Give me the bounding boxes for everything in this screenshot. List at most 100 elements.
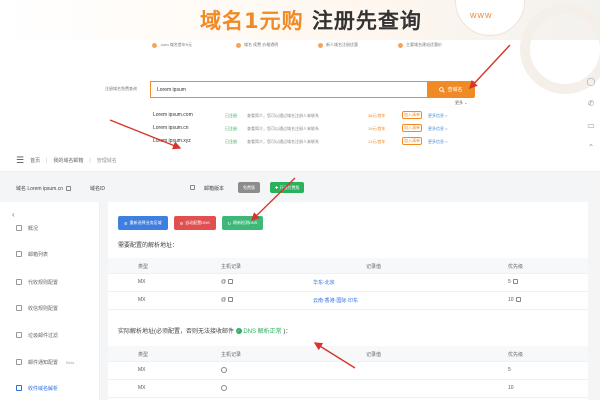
sidebar-item-label: 邮件通知配置 [28, 359, 59, 366]
document-icon[interactable]: ▭ [582, 114, 600, 136]
phone-icon[interactable]: ✆ [582, 92, 600, 114]
feature-item: 新人域名注册优惠 [318, 42, 358, 48]
record-priority: 5 [508, 367, 511, 373]
sidebar-item-dns[interactable]: 收件域名解析 [0, 380, 100, 396]
feature-item: .com 域名首年9元 [152, 42, 192, 48]
sidebar-item-label: 垃圾邮件过滤 [28, 332, 59, 339]
record-type: MX [138, 297, 146, 303]
domain-search-input[interactable] [150, 81, 428, 98]
copy-icon[interactable] [188, 185, 195, 191]
decorative-www-text: www [470, 10, 493, 20]
column-header: 优先级 [508, 264, 524, 270]
result-price: 38元/首年 [368, 113, 386, 118]
sidebar-item-spam-filter[interactable]: 垃圾邮件过滤 [0, 327, 100, 343]
sidebar-item-notification[interactable]: 邮件通知配置 Beta [0, 354, 100, 370]
banner-title-highlight: 域名1元购 [200, 9, 304, 33]
record-priority: 5 [508, 279, 518, 285]
table-header: 类型 主机记录 记录值 优先级 [108, 346, 588, 362]
sidebar-item-receive-rules[interactable]: 收信规则配置 [0, 300, 100, 316]
collapse-arrow-icon[interactable]: ‹ [12, 210, 15, 219]
add-to-list-button[interactable]: 加入清单 [402, 111, 422, 119]
copy-icon[interactable] [66, 186, 72, 192]
gear-icon: ⚙ [124, 220, 128, 226]
chat-icon[interactable]: ◯ [582, 70, 600, 92]
result-more-link[interactable]: 更多信息 > [428, 139, 447, 145]
search-label: 注册域名免费查询 [105, 86, 137, 91]
copy-icon[interactable] [512, 279, 518, 285]
dns-config-panel: ⚙ 重新选择业务区域 ⚙ 自动配置DNS ↻ 刷新检测DNS 需要配置的解析地址… [108, 202, 588, 400]
breadcrumb-home[interactable]: 首页 [30, 157, 40, 164]
feature-dot-icon [398, 42, 403, 48]
record-host: @ [221, 297, 234, 303]
required-dns-table: 类型 主机记录 记录值 优先级 MX @ 华东-北京 5 MX @ 云南·香港·… [108, 258, 588, 310]
breadcrumb-parent[interactable]: 我的域名邮箱 [53, 157, 83, 164]
button-label: 重新选择业务区域 [129, 220, 162, 225]
result-status: 已注册 [225, 113, 237, 118]
column-header: 类型 [138, 352, 149, 358]
rules-icon [16, 305, 22, 311]
button-label: 刷新检测DNS [233, 220, 258, 225]
copy-icon[interactable] [228, 279, 234, 285]
sidebar: ‹ 概况 邮箱列表 代收规则配置 收信规则配置 垃圾邮件过滤 邮件通知配置 Be… [0, 202, 100, 400]
sidebar-item-mailbox-list[interactable]: 邮箱列表 [0, 246, 100, 262]
reselect-region-button[interactable]: ⚙ 重新选择业务区域 [118, 216, 168, 230]
feature-text: 域名 续费 价格透明 [244, 42, 279, 47]
sidebar-item-overview[interactable]: 概况 [0, 220, 100, 236]
open-paid-version-button[interactable]: ✚ 开通付费版 [270, 182, 305, 193]
banner-title-rest: 注册先查询 [311, 9, 422, 33]
record-host: @ [221, 279, 234, 285]
domain-value: Lorem ipsum.cn [27, 186, 63, 192]
actual-dns-title: 实际解析地址(必须配置，否则无法接收邮件 ✓ DNS 解析正常 )： [118, 326, 291, 335]
version-badge: 免费版 [238, 182, 260, 193]
result-domain: Lorem ipsum.com [153, 112, 193, 118]
domain-search-banner: www 域名1元购 注册先查询 .com 域名首年9元 域名 续费 价格透明 新… [0, 0, 600, 150]
feature-text: 新人域名注册优惠 [326, 42, 358, 47]
record-priority: 10 [508, 297, 521, 303]
feature-item: 主要域名建站优惠价 [398, 42, 442, 48]
copy-icon[interactable] [515, 297, 521, 303]
add-to-list-button[interactable]: 加入清单 [402, 124, 422, 132]
actual-dns-title-suffix: )： [283, 329, 292, 335]
feature-dot-icon [318, 42, 323, 48]
result-status: 已注册 [225, 126, 237, 131]
open-paid-label: 开通付费版 [279, 185, 300, 190]
copy-icon[interactable] [228, 297, 234, 303]
sidebar-item-collect-rules[interactable]: 代收规则配置 [0, 274, 100, 290]
search-icon [439, 86, 446, 93]
result-price: 19元/首年 [368, 126, 386, 131]
result-status: 已注册 [225, 139, 237, 144]
gear-icon: ⚙ [179, 220, 184, 226]
record-type: MX [138, 367, 146, 373]
domain-label: 域名 [16, 186, 27, 192]
menu-icon[interactable]: ☰ [16, 155, 24, 166]
list-icon [16, 251, 22, 257]
search-domain-button[interactable]: 查域名 [427, 81, 475, 98]
domain-info-bar: 域名 Lorem ipsum.cn 域名ID 邮箱版本 免费版 ✚ 开通付费版 [0, 172, 600, 202]
breadcrumb-separator: | [89, 157, 91, 164]
result-row: Lorem ipsum.com 已注册 查看简介，您可以通过域名注册人来联系 3… [150, 110, 470, 123]
refresh-dns-button[interactable]: ↻ 刷新检测DNS [221, 216, 264, 230]
auto-config-dns-button[interactable]: ⚙ 自动配置DNS [173, 216, 216, 230]
action-buttons: ⚙ 重新选择业务区域 ⚙ 自动配置DNS ↻ 刷新检测DNS [118, 216, 264, 230]
required-dns-title: 需要配置的解析地址： [118, 243, 179, 249]
at-icon [221, 367, 227, 373]
refresh-icon: ↻ [227, 220, 231, 226]
check-icon: ✓ [235, 328, 242, 335]
banner-title: 域名1元购 注册先查询 [200, 5, 422, 35]
more-link[interactable]: 更多 ⌄ [455, 100, 467, 106]
table-row: MX @ 云南·香港·国际·印东 10 [108, 292, 588, 310]
search-results: Lorem ipsum.com 已注册 查看简介，您可以通过域名注册人来联系 3… [150, 110, 470, 149]
sidebar-item-label: 代收规则配置 [28, 279, 59, 286]
add-to-list-button[interactable]: 加入清单 [402, 137, 422, 145]
result-more-link[interactable]: 更多信息 > [428, 126, 447, 132]
feature-text: .com 域名首年9元 [160, 42, 193, 47]
column-header: 记录值 [366, 352, 382, 358]
chevron-down-icon: ⌄ [464, 100, 468, 105]
version-label: 邮箱版本 [204, 186, 225, 192]
result-domain: Lorem ipsum.cn [153, 125, 189, 131]
result-more-link[interactable]: 更多信息 > [428, 113, 447, 119]
bell-icon [16, 359, 22, 365]
result-desc: 查看简介，您可以通过域名注册人来联系 [247, 126, 319, 131]
table-row: MX 5 [108, 362, 588, 380]
top-icon[interactable]: ⌃ [582, 136, 600, 151]
